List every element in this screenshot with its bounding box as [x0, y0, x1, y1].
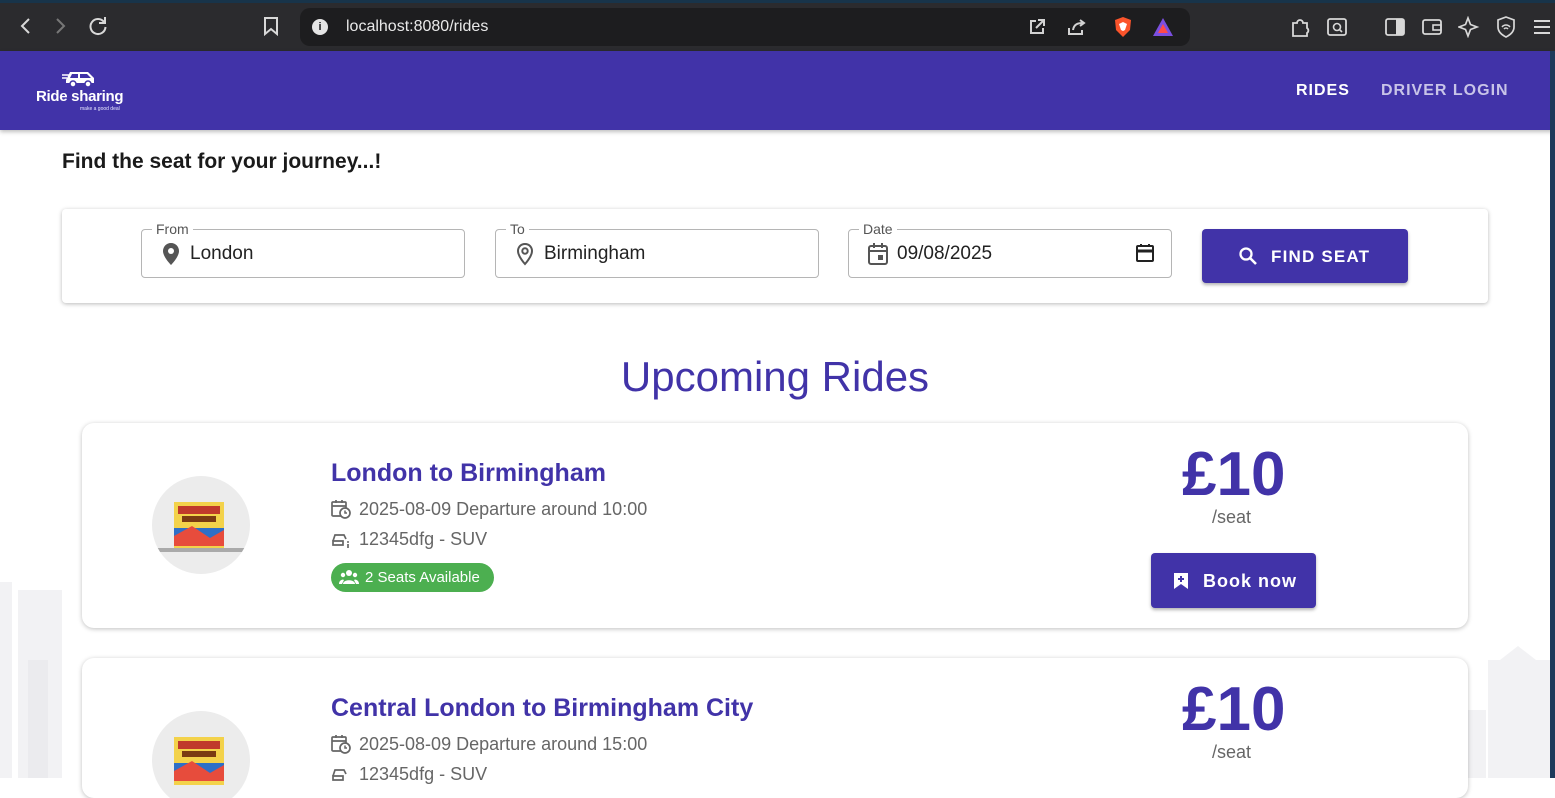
ride-departure-text: 2025-08-09 Departure around 15:00 — [359, 734, 648, 754]
book-now-button[interactable]: Book now — [1151, 553, 1316, 608]
nav-driver-login[interactable]: DRIVER LOGIN — [1381, 82, 1509, 100]
brave-shield-icon[interactable] — [1112, 16, 1134, 38]
wallet-icon[interactable] — [1420, 15, 1444, 39]
address-bar[interactable]: i localhost:8080/rides — [300, 8, 1190, 46]
people-icon — [339, 570, 359, 584]
driver-avatar — [152, 711, 250, 798]
ride-vehicle: 12345dfg - SUV — [331, 529, 487, 550]
to-label: To — [506, 221, 529, 237]
url-text[interactable]: localhost:8080/rides — [346, 18, 488, 36]
leo-ai-icon[interactable] — [1325, 15, 1349, 39]
sidebar-icon[interactable] — [1383, 15, 1407, 39]
brand-name: Ride sharing — [36, 88, 124, 105]
find-seat-label: FIND SEAT — [1271, 247, 1371, 266]
ride-price: £10 — [1182, 675, 1286, 744]
price-unit: /seat — [1212, 742, 1252, 762]
extensions-icon[interactable] — [1288, 15, 1312, 39]
calendar-clock-icon — [331, 735, 351, 754]
ai-sparkle-icon[interactable] — [1457, 15, 1481, 39]
forward-icon[interactable] — [48, 13, 74, 39]
ride-title[interactable]: Central London to Birmingham City — [331, 694, 753, 723]
date-field[interactable]: Date 09/08/2025 — [848, 221, 1172, 278]
nav-rides[interactable]: RIDES — [1296, 82, 1350, 100]
ride-vehicle-text: 12345dfg - SUV — [359, 529, 488, 549]
back-icon[interactable] — [12, 13, 38, 39]
price-unit: /seat — [1212, 507, 1252, 527]
browser-toolbar: i localhost:8080/rides — [0, 0, 1555, 51]
calendar-clock-icon — [331, 500, 351, 519]
share-icon[interactable] — [1066, 16, 1088, 38]
vehicle-image — [156, 502, 246, 552]
brand-tagline: make a good deal — [80, 106, 120, 112]
ride-vehicle: 12345dfg - SUV — [331, 764, 487, 785]
window-edge — [1550, 51, 1555, 778]
book-now-label: Book now — [1203, 571, 1297, 591]
brave-rewards-icon[interactable] — [1152, 16, 1174, 38]
car-info-icon — [332, 534, 349, 548]
vpn-icon[interactable] — [1494, 15, 1518, 39]
seats-badge: 2 Seats Available — [331, 563, 494, 592]
ride-departure: 2025-08-09 Departure around 10:00 — [331, 499, 647, 520]
find-seat-button[interactable]: FIND SEAT — [1202, 229, 1408, 283]
ride-card: London to Birmingham 2025-08-09 Departur… — [82, 423, 1468, 628]
site-info-icon[interactable]: i — [312, 19, 328, 35]
driver-avatar — [152, 476, 250, 574]
to-value[interactable]: Birmingham — [544, 243, 645, 265]
car-info-icon — [332, 769, 347, 781]
date-value[interactable]: 09/08/2025 — [897, 243, 992, 265]
section-title: Upcoming Rides — [620, 353, 930, 400]
bookmark-icon[interactable] — [258, 13, 284, 39]
ride-title[interactable]: London to Birmingham — [331, 459, 606, 488]
open-external-icon[interactable] — [1026, 16, 1048, 38]
search-card: From London To Birmingham Date 09/08/202… — [62, 209, 1488, 303]
from-label: From — [152, 221, 193, 237]
from-value[interactable]: London — [190, 243, 253, 265]
ride-price: £10 — [1182, 440, 1286, 509]
ride-departure: 2025-08-09 Departure around 15:00 — [331, 734, 647, 755]
car-logo-icon — [62, 72, 94, 88]
brand-logo[interactable]: Ride sharing make a good deal — [36, 66, 128, 118]
seats-text: 2 Seats Available — [365, 569, 480, 586]
bookmark-add-icon — [1174, 573, 1188, 589]
reload-icon[interactable] — [85, 13, 111, 39]
vehicle-image — [174, 737, 224, 785]
date-picker-icon[interactable] — [1135, 243, 1155, 263]
location-pin-outline-icon — [516, 242, 534, 266]
search-headline: Find the seat for your journey...! — [62, 150, 382, 173]
ride-vehicle-text: 12345dfg - SUV — [359, 764, 488, 784]
calendar-icon — [868, 243, 888, 265]
menu-icon[interactable] — [1530, 15, 1554, 39]
date-label: Date — [859, 221, 897, 237]
search-icon — [1239, 247, 1257, 265]
ride-departure-text: 2025-08-09 Departure around 10:00 — [359, 499, 648, 519]
location-pin-icon — [163, 243, 179, 265]
app-header: Ride sharing make a good deal RIDES DRIV… — [0, 51, 1555, 130]
ride-card: Central London to Birmingham City 2025-0… — [82, 658, 1468, 798]
to-field[interactable]: To Birmingham — [495, 221, 819, 278]
from-field[interactable]: From London — [141, 221, 465, 278]
